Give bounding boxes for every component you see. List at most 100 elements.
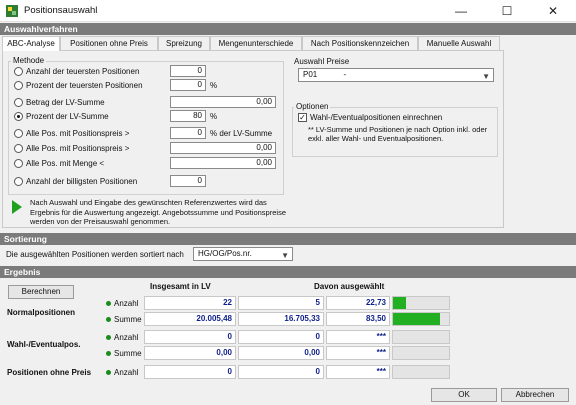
sortierung-select[interactable]: HG/OG/Pos.nr. ▼ <box>193 247 293 261</box>
result-cell-selected: 5 <box>238 296 324 310</box>
methode-label: Methode <box>11 56 47 65</box>
col-header-selected: Davon ausgewählt <box>314 282 385 291</box>
wahl-eventual-checkbox[interactable]: ✓ <box>298 113 307 122</box>
checkmark-icon: ✓ <box>299 113 306 122</box>
methode-radio-5[interactable] <box>14 144 23 153</box>
methode-option-label: Anzahl der teuersten Positionen <box>26 67 140 76</box>
result-progress-fill <box>393 313 440 325</box>
result-row-label: Anzahl <box>114 368 139 377</box>
result-row-label: Anzahl <box>114 299 139 308</box>
methode-option-label: Alle Pos. mit Positionspreis > <box>26 129 130 138</box>
result-cell-total: 0 <box>144 330 236 344</box>
result-progress-bar <box>392 296 450 310</box>
chevron-down-icon: ▼ <box>482 72 490 81</box>
tab-spreizung[interactable]: Spreizung <box>158 36 210 50</box>
sortierung-label: Die ausgewählten Positionen werden sorti… <box>6 250 184 259</box>
window-title: Positionsauswahl <box>24 5 98 16</box>
methode-radio-0[interactable] <box>14 67 23 76</box>
auswahl-preise-select[interactable]: P01 - ▼ <box>298 68 494 82</box>
result-cell-percent: 83,50 <box>326 312 390 326</box>
result-group-label: Positionen ohne Preis <box>7 368 92 377</box>
methode-value-input[interactable]: 0 <box>170 79 206 91</box>
result-row-label: Anzahl <box>114 333 139 342</box>
result-cell-selected: 0 <box>238 330 324 344</box>
wahl-eventual-checkbox-label: Wahl-/Eventualpositionen einrechnen <box>310 113 443 122</box>
methode-value-input[interactable]: 0,00 <box>170 142 276 154</box>
result-progress-bar <box>392 346 450 360</box>
methode-radio-6[interactable] <box>14 159 23 168</box>
berechnen-button[interactable]: Berechnen <box>8 285 74 299</box>
methode-value-input[interactable]: 0,00 <box>170 157 276 169</box>
methode-option-label: Prozent der teuersten Positionen <box>26 81 143 90</box>
methode-radio-7[interactable] <box>14 177 23 186</box>
status-dot-icon <box>106 351 111 356</box>
result-group-label: Wahl-/Eventualpos. <box>7 340 81 349</box>
section-ergebnis: Ergebnis <box>0 266 576 278</box>
result-row-label: Summe <box>114 315 142 324</box>
methode-value-input[interactable]: 0 <box>170 175 206 187</box>
optionen-label: Optionen <box>294 102 331 111</box>
methode-option-label: Alle Pos. mit Positionspreis > <box>26 144 130 153</box>
section-sortierung: Sortierung <box>0 233 576 245</box>
methode-value-input[interactable]: 0 <box>170 65 206 77</box>
methode-option-label: Betrag der LV-Summe <box>26 98 105 107</box>
auswahl-preise-code: P01 <box>303 70 318 79</box>
result-progress-fill <box>393 297 406 309</box>
tab-abc-analyse[interactable]: ABC-Analyse <box>2 36 60 51</box>
result-row-label: Summe <box>114 349 142 358</box>
status-dot-icon <box>106 370 111 375</box>
result-cell-percent: *** <box>326 330 390 344</box>
methode-option-label: Anzahl der billigsten Positionen <box>26 177 138 186</box>
result-cell-selected: 16.705,33 <box>238 312 324 326</box>
methode-value-input[interactable]: 0,00 <box>170 96 276 108</box>
methode-option-label: Prozent der LV-Summe <box>26 112 109 121</box>
result-cell-selected: 0,00 <box>238 346 324 360</box>
result-cell-total: 22 <box>144 296 236 310</box>
close-icon: ✕ <box>547 4 559 18</box>
optionen-note: ** LV-Summe und Positionen je nach Optio… <box>308 125 488 143</box>
title-bar: Positionsauswahl — ☐ ✕ <box>0 0 576 22</box>
methode-radio-4[interactable] <box>14 129 23 138</box>
tab-nach-positionskennzeichen[interactable]: Nach Positionskennzeichen <box>302 36 418 50</box>
sortierung-value: HG/OG/Pos.nr. <box>198 249 252 258</box>
auswahl-preise-label: Auswahl Preise <box>294 57 350 66</box>
tab-positionen-ohne-preis[interactable]: Positionen ohne Preis <box>60 36 158 50</box>
methode-radio-3[interactable] <box>14 112 23 121</box>
status-dot-icon <box>106 301 111 306</box>
chevron-down-icon: ▼ <box>281 251 289 260</box>
methode-unit-label: % <box>210 112 218 121</box>
hint-text: Nach Auswahl und Eingabe des gewünschten… <box>30 198 286 226</box>
minimize-button[interactable]: — <box>438 0 484 22</box>
cancel-button[interactable]: Abbrechen <box>501 388 569 402</box>
col-header-total: Insgesamt in LV <box>150 282 211 291</box>
maximize-button[interactable]: ☐ <box>484 0 530 22</box>
result-cell-percent: *** <box>326 365 390 379</box>
ok-button[interactable]: OK <box>431 388 497 402</box>
arrow-right-icon <box>12 200 22 214</box>
tab-manuelle-auswahl[interactable]: Manuelle Auswahl <box>418 36 500 50</box>
result-cell-total: 20.005,48 <box>144 312 236 326</box>
auswahl-preise-value: - <box>343 70 347 79</box>
maximize-icon: ☐ <box>501 4 513 18</box>
result-progress-bar <box>392 330 450 344</box>
result-cell-percent: 22,73 <box>326 296 390 310</box>
app-icon <box>6 5 18 17</box>
minimize-icon: — <box>455 4 467 18</box>
methode-value-input[interactable]: 0 <box>170 127 206 139</box>
close-button[interactable]: ✕ <box>530 0 576 22</box>
result-cell-selected: 0 <box>238 365 324 379</box>
methode-radio-2[interactable] <box>14 98 23 107</box>
methode-radio-1[interactable] <box>14 81 23 90</box>
result-cell-percent: *** <box>326 346 390 360</box>
result-cell-total: 0,00 <box>144 346 236 360</box>
result-cell-total: 0 <box>144 365 236 379</box>
status-dot-icon <box>106 335 111 340</box>
methode-value-input[interactable]: 80 <box>170 110 206 122</box>
status-dot-icon <box>106 317 111 322</box>
methode-unit-label: % der LV-Summe <box>210 129 273 138</box>
methode-option-label: Alle Pos. mit Menge < <box>26 159 105 168</box>
section-auswahlverfahren: Auswahlverfahren <box>0 23 576 35</box>
tab-mengenunterschiede[interactable]: Mengenunterschiede <box>210 36 302 50</box>
result-progress-bar <box>392 365 450 379</box>
result-group-label: Normalpositionen <box>7 308 76 317</box>
